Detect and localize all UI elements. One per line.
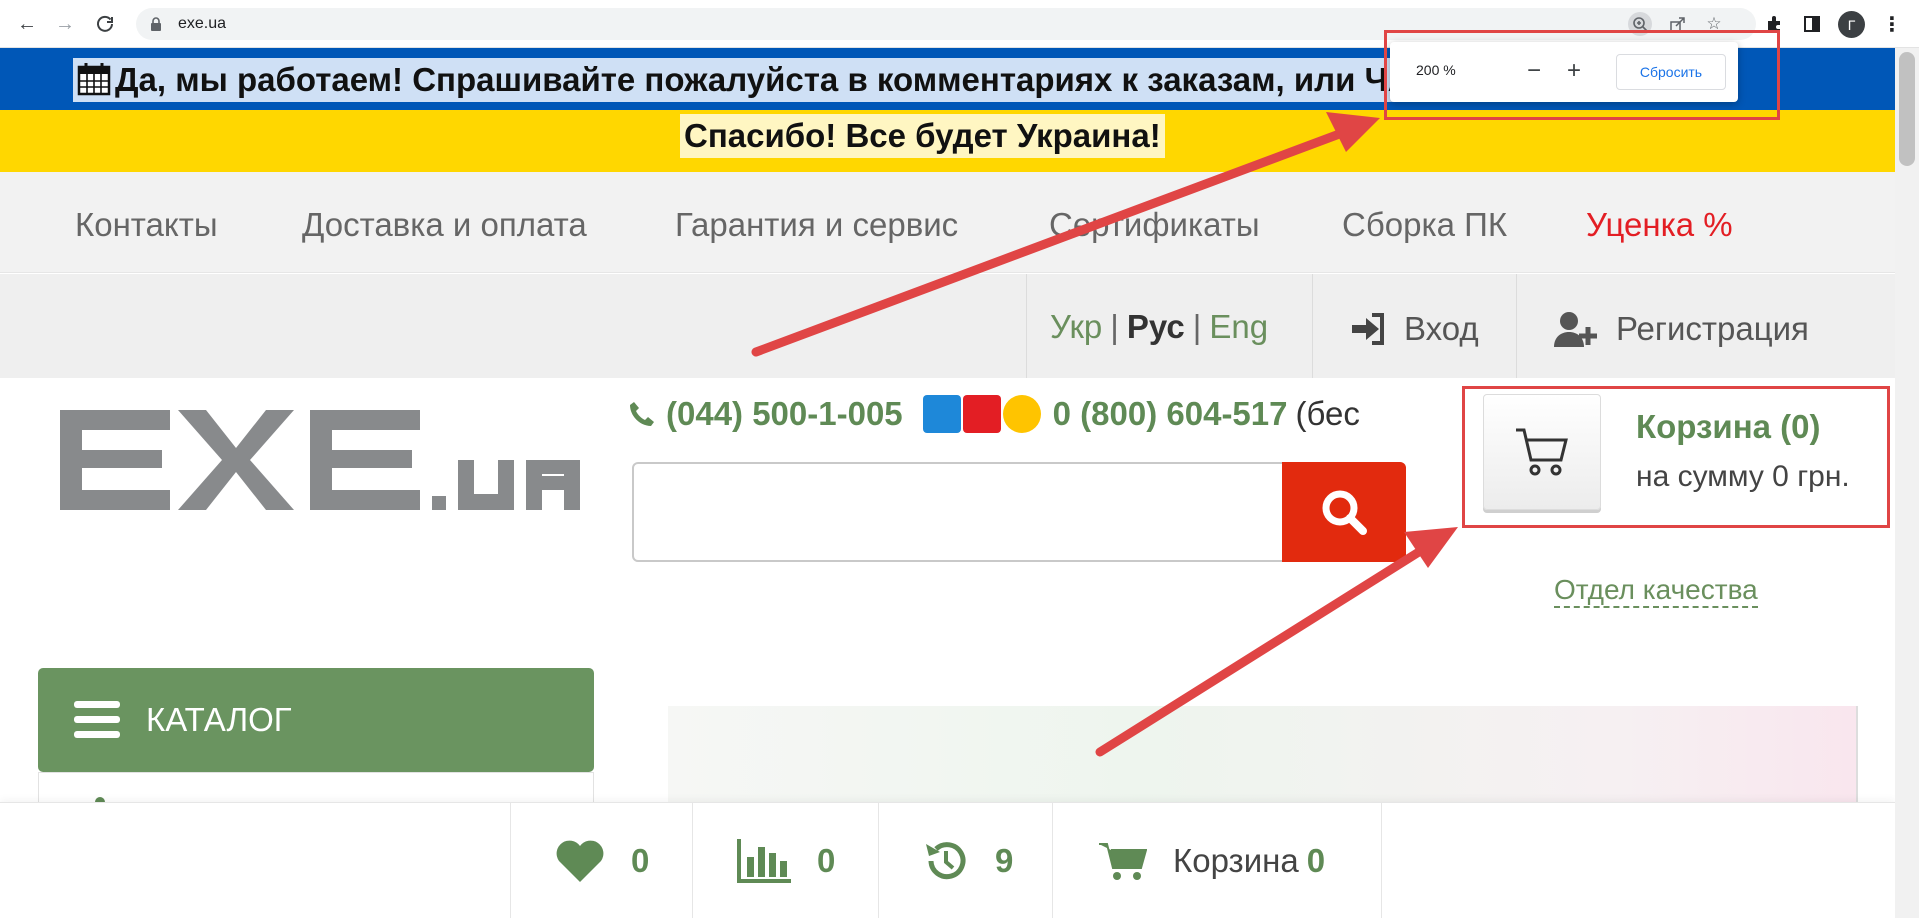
- lock-icon[interactable]: [150, 17, 162, 36]
- compare-count: 0: [817, 842, 836, 879]
- nav-warranty[interactable]: Гарантия и сервис: [675, 206, 958, 244]
- divider: [1026, 274, 1027, 378]
- page-scrollbar[interactable]: [1895, 48, 1919, 918]
- bar-chart-icon: [737, 839, 791, 883]
- nav-contacts[interactable]: Контакты: [75, 206, 218, 244]
- reload-icon[interactable]: [92, 11, 118, 37]
- search-button[interactable]: [1282, 462, 1406, 562]
- login-label: Вход: [1404, 310, 1479, 347]
- phone-numbers: (044) 500-1-005 0 (800) 604-517 (бес: [628, 395, 1360, 433]
- lang-eng[interactable]: Eng: [1209, 308, 1268, 345]
- site-logo[interactable]: [60, 408, 580, 517]
- phone-free-note: (бес: [1295, 395, 1360, 432]
- phone-primary[interactable]: (044) 500-1-005: [666, 395, 903, 433]
- banner-message-line1: Да, мы работаем! Спрашивайте пожалуйста …: [73, 58, 1599, 102]
- heart-icon: [556, 840, 604, 882]
- phone-free[interactable]: 0 (800) 604-517: [1053, 395, 1288, 433]
- quality-department-link[interactable]: Отдел качества: [1554, 574, 1758, 608]
- url-text: exe.ua: [178, 15, 227, 32]
- lang-ukr[interactable]: Укр: [1050, 308, 1102, 345]
- lang-rus[interactable]: Рус: [1127, 308, 1185, 345]
- login-link[interactable]: Вход: [1350, 310, 1479, 348]
- register-link[interactable]: Регистрация: [1554, 310, 1809, 348]
- bottom-sticky-bar: 0 0 9 Корзина 0: [0, 802, 1895, 918]
- login-icon: [1352, 313, 1384, 345]
- kyivstar-icon: [922, 395, 961, 433]
- language-switcher: Укр | Рус | Eng: [1050, 308, 1269, 345]
- profile-avatar[interactable]: Г: [1838, 11, 1865, 38]
- history-button[interactable]: 9: [878, 803, 1052, 918]
- banner-text-line1: Да, мы работаем! Спрашивайте пожалуйста …: [115, 61, 1595, 98]
- bottom-cart-button[interactable]: Корзина 0: [1052, 803, 1382, 918]
- search-icon: [1322, 490, 1367, 535]
- banner-message-line2: Спасибо! Все будет Украина!: [680, 114, 1165, 158]
- menu-icon: [74, 701, 120, 738]
- forward-icon[interactable]: →: [52, 11, 78, 37]
- catalog-label: КАТАЛОГ: [146, 701, 292, 738]
- annotation-box-cart: [1462, 386, 1890, 528]
- divider: [1312, 274, 1313, 378]
- menu-kebab-icon[interactable]: ⋮: [1880, 12, 1904, 36]
- bottom-cart-count: 0: [1306, 842, 1326, 879]
- nav-delivery[interactable]: Доставка и оплата: [302, 206, 587, 244]
- side-panel-icon[interactable]: [1800, 12, 1824, 36]
- add-user-icon: [1554, 312, 1597, 347]
- lifecell-icon: [1002, 395, 1041, 433]
- account-bar: Укр | Рус | Eng Вход Регистрация: [0, 274, 1895, 378]
- annotation-box-zoom: [1384, 30, 1780, 120]
- top-navigation: Контакты Доставка и оплата Гарантия и се…: [0, 172, 1895, 273]
- phone-icon: [630, 402, 654, 426]
- wishlist-count: 0: [631, 842, 650, 879]
- nav-certificates[interactable]: Сертификаты: [1049, 206, 1260, 244]
- nav-pc-build[interactable]: Сборка ПК: [1342, 206, 1507, 244]
- divider: [1516, 274, 1517, 378]
- history-count: 9: [995, 842, 1014, 879]
- bottom-cart-label: Корзина: [1173, 842, 1299, 879]
- nav-sale[interactable]: Уценка %: [1586, 206, 1733, 244]
- calendar-icon: [77, 63, 111, 96]
- catalog-button[interactable]: КАТАЛОГ: [38, 668, 594, 772]
- back-icon[interactable]: ←: [14, 11, 40, 37]
- compare-button[interactable]: 0: [692, 803, 878, 918]
- cart-icon: [1099, 843, 1147, 880]
- scrollbar-thumb[interactable]: [1899, 52, 1915, 166]
- register-label: Регистрация: [1616, 310, 1809, 347]
- wishlist-button[interactable]: 0: [510, 803, 692, 918]
- vodafone-icon: [962, 395, 1001, 433]
- history-icon: [926, 842, 966, 880]
